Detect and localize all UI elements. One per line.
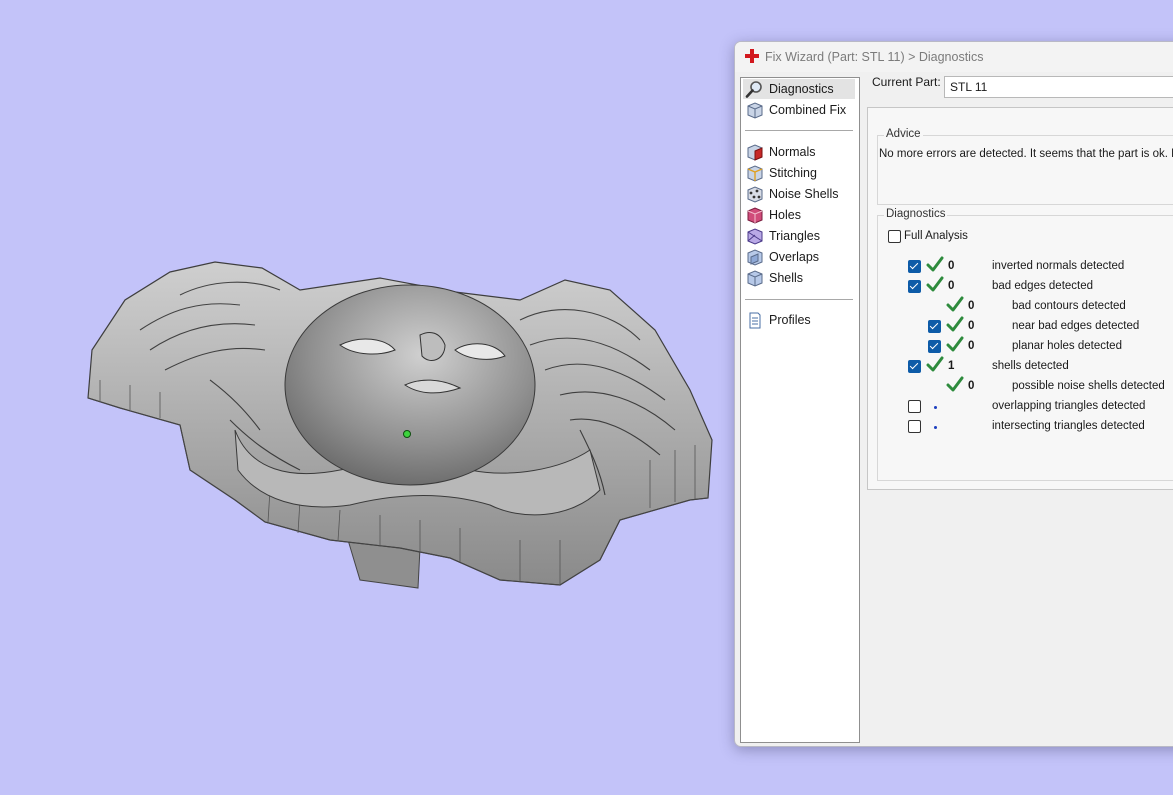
nav-item-holes[interactable]: Holes — [743, 205, 855, 225]
diag-text: shells detected — [992, 360, 1069, 372]
diag-count: 0 — [948, 280, 955, 292]
stitching-cube-icon — [747, 165, 763, 182]
diag-checkbox-planar-holes[interactable] — [928, 340, 941, 353]
diag-count: 0 — [968, 300, 975, 312]
diag-checkbox-bad-edges[interactable] — [908, 280, 921, 293]
nav-item-triangles[interactable]: Triangles — [743, 226, 855, 246]
diag-checkbox-inverted-normals[interactable] — [908, 260, 921, 273]
advice-title: Advice — [884, 128, 923, 140]
diag-checkbox-near-bad-edges[interactable] — [928, 320, 941, 333]
diag-count: 0 — [968, 340, 975, 352]
document-icon — [749, 312, 761, 329]
diagnostics-title: Diagnostics — [884, 208, 948, 220]
window-title: Fix Wizard (Part: STL 11) > Diagnostics — [765, 50, 984, 64]
diag-checkbox-shells[interactable] — [908, 360, 921, 373]
overlaps-cube-icon — [747, 249, 763, 266]
nav-item-shells[interactable]: Shells — [743, 268, 855, 288]
cube-icon — [747, 102, 763, 119]
diag-text: possible noise shells detected — [1012, 380, 1165, 392]
fix-wizard-dialog: Fix Wizard (Part: STL 11) > Diagnostics … — [734, 41, 1173, 747]
pending-dot-icon — [934, 406, 937, 409]
full-analysis-checkbox[interactable] — [888, 230, 901, 243]
title-bar[interactable]: Fix Wizard (Part: STL 11) > Diagnostics — [735, 42, 1173, 72]
diag-count: 0 — [968, 320, 975, 332]
shells-cube-icon — [747, 270, 763, 287]
nav-item-normals[interactable]: Normals — [743, 142, 855, 162]
diag-count: 0 — [968, 380, 975, 392]
diag-text: planar holes detected — [1012, 340, 1122, 352]
app-logo-icon — [745, 49, 759, 63]
green-check-icon — [926, 276, 944, 292]
diag-text: bad contours detected — [1012, 300, 1126, 312]
advice-text: No more errors are detected. It seems th… — [879, 148, 1173, 160]
nav-separator — [745, 299, 853, 300]
wizard-nav: Diagnostics Combined Fix Normals Stitchi… — [740, 77, 860, 743]
advice-group: Advice — [877, 128, 1173, 205]
magnifier-icon — [745, 81, 762, 98]
diag-text: overlapping triangles detected — [992, 400, 1146, 412]
current-part-value: STL 11 — [950, 80, 988, 94]
holes-cube-icon — [747, 207, 763, 224]
diag-text: bad edges detected — [992, 280, 1094, 292]
diag-text: intersecting triangles detected — [992, 420, 1145, 432]
noise-shells-icon — [747, 186, 763, 203]
green-check-icon — [946, 296, 964, 312]
nav-item-stitching[interactable]: Stitching — [743, 163, 855, 183]
diag-count: 0 — [948, 260, 955, 272]
diag-text: inverted normals detected — [992, 260, 1125, 272]
current-part-field[interactable]: STL 11 — [944, 76, 1173, 98]
green-check-icon — [946, 376, 964, 392]
nav-item-overlaps[interactable]: Overlaps — [743, 247, 855, 267]
nav-item-noise-shells[interactable]: Noise Shells — [743, 184, 855, 204]
nav-item-combined-fix[interactable]: Combined Fix — [743, 100, 855, 120]
green-check-icon — [926, 356, 944, 372]
diagnostics-panel: Advice No more errors are detected. It s… — [867, 107, 1173, 490]
diag-count: 1 — [948, 360, 955, 372]
full-analysis-label: Full Analysis — [904, 230, 968, 242]
nav-item-profiles[interactable]: Profiles — [743, 310, 855, 330]
nav-separator — [745, 130, 853, 131]
triangles-cube-icon — [747, 228, 763, 245]
diag-text: near bad edges detected — [1012, 320, 1140, 332]
green-check-icon — [926, 256, 944, 272]
green-check-icon — [946, 316, 964, 332]
green-check-icon — [946, 336, 964, 352]
diag-checkbox-intersecting-triangles[interactable] — [908, 420, 921, 433]
pending-dot-icon — [934, 426, 937, 429]
current-part-label: Current Part: — [872, 75, 941, 89]
normals-cube-icon — [747, 144, 763, 161]
nav-item-diagnostics[interactable]: Diagnostics — [743, 79, 855, 99]
diag-checkbox-overlapping-triangles[interactable] — [908, 400, 921, 413]
